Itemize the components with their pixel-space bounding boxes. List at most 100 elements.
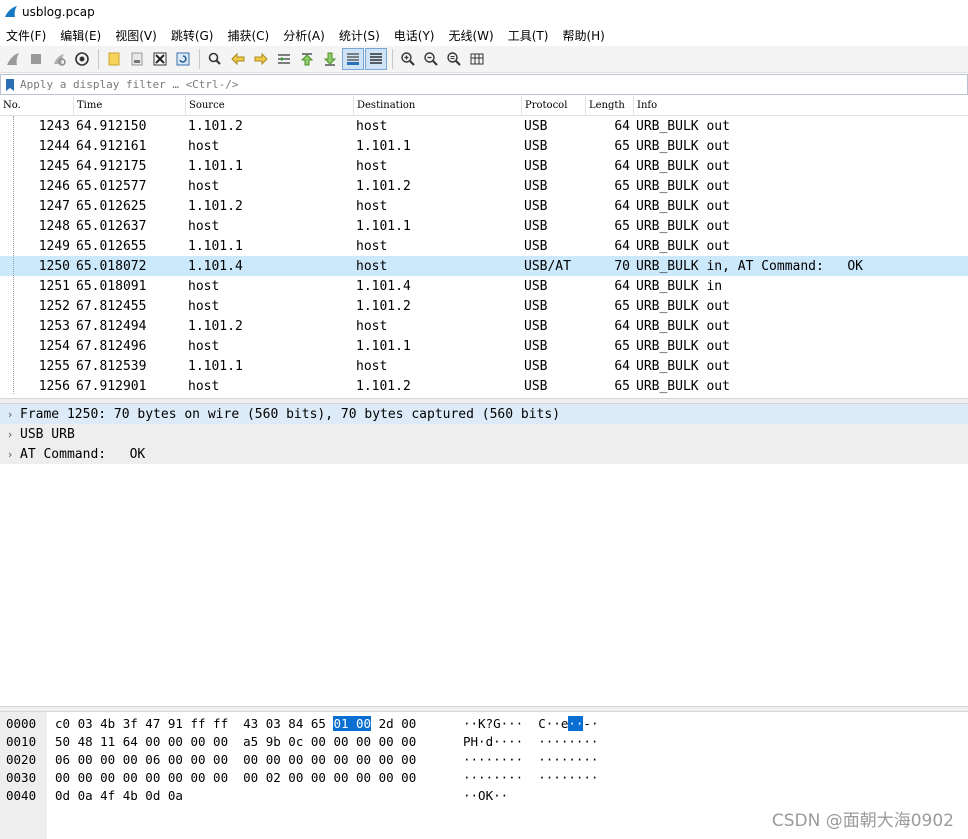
packet-cell-no: 1248 [38, 218, 70, 234]
packet-row[interactable]: 1246 65.012577 host 1.101.2 USB 65 URB_BULK ou… [0, 176, 968, 196]
restart-icon [54, 54, 66, 66]
packet-cell-info: URB_BULK out [636, 378, 730, 394]
byte-row[interactable]: 0030 00 00 00 00 00 00 00 00 00 02 00 00 … [0, 768, 598, 786]
menu-help[interactable]: 帮助(H) [562, 27, 612, 44]
menu-go[interactable]: 跳转(G) [171, 27, 222, 44]
packet-row[interactable]: 1248 65.012637 host 1.101.1 USB 65 URB_BULK ou… [0, 216, 968, 236]
close-file-button[interactable] [149, 48, 171, 70]
byte-hex-text: 50 48 11 64 00 00 00 00 a5 9b 0c 00 00 0… [55, 733, 417, 749]
packet-row[interactable]: 1247 65.012625 1.101.2 host USB 64 URB_BULK ou… [0, 196, 968, 216]
byte-row[interactable]: 0040 0d 0a 4f 4b 0d 0a ··OK·· [0, 786, 508, 804]
packet-cell-no: 1254 [38, 338, 70, 354]
menu-edit[interactable]: 编辑(E) [60, 27, 109, 44]
byte-row[interactable]: 0010 50 48 11 64 00 00 00 00 a5 9b 0c 00 … [0, 732, 598, 750]
chevron-right-icon[interactable]: › [0, 448, 20, 461]
detail-row-frame[interactable]: › Frame 1250: 70 bytes on wire (560 bits… [0, 404, 968, 424]
column-header-time[interactable]: Time [74, 95, 186, 116]
go-forward-button[interactable] [250, 48, 272, 70]
menu-view[interactable]: 视图(V) [115, 27, 165, 44]
byte-ascii[interactable]: ··K?G··· C··e··-· [455, 715, 598, 731]
packet-tree-line [13, 116, 14, 394]
menu-analyze[interactable]: 分析(A) [283, 27, 333, 44]
byte-hex[interactable]: 00 00 00 00 00 00 00 00 00 02 00 00 00 0… [47, 770, 455, 785]
menu-tools[interactable]: 工具(T) [508, 27, 557, 44]
packet-cell-no: 1243 [38, 118, 70, 134]
find-packet-button[interactable] [204, 48, 226, 70]
byte-ascii[interactable]: ········ ········ [455, 752, 598, 767]
reload-file-button[interactable] [172, 48, 194, 70]
byte-hex[interactable]: 06 00 00 00 06 00 00 00 00 00 00 00 00 0… [47, 752, 455, 767]
byte-row[interactable]: 0020 06 00 00 00 06 00 00 00 00 00 00 00 … [0, 750, 598, 768]
restart-capture-button[interactable] [48, 48, 70, 70]
byte-hex[interactable]: c0 03 4b 3f 47 91 ff ff 43 03 84 65 01 0… [47, 715, 455, 731]
menu-telephony[interactable]: 电话(Y) [394, 27, 443, 44]
byte-row[interactable]: 0000 c0 03 4b 3f 47 91 ff ff 43 03 84 65 … [0, 714, 598, 732]
chevron-right-icon[interactable]: › [0, 408, 20, 421]
packet-cell-len: 64 [614, 358, 630, 374]
menu-statistics[interactable]: 统计(S) [339, 27, 388, 44]
start-capture-button[interactable] [2, 48, 24, 70]
go-first-packet-button[interactable] [296, 48, 318, 70]
packet-rows: 1243 64.912150 1.101.2 host USB 64 URB_BULK ou… [0, 116, 968, 396]
byte-ascii-text: ········ ········ [463, 751, 599, 767]
zoom-in-button[interactable] [397, 48, 419, 70]
packet-cell-src: host [188, 298, 220, 314]
column-header-source[interactable]: Source [186, 95, 354, 116]
zoom-reset-button[interactable] [443, 48, 465, 70]
packet-cell-dst: 1.101.2 [356, 298, 411, 314]
autoscroll-icon [347, 53, 359, 65]
packet-row[interactable]: 1243 64.912150 1.101.2 host USB 64 URB_BULK ou… [0, 116, 968, 136]
packet-cell-no: 1253 [38, 318, 70, 334]
byte-ascii[interactable]: ········ ········ [455, 770, 598, 785]
byte-hex[interactable]: 50 48 11 64 00 00 00 00 a5 9b 0c 00 00 0… [47, 734, 455, 749]
packet-row[interactable]: 1253 67.812494 1.101.2 host USB 64 URB_BULK ou… [0, 316, 968, 336]
packet-cell-src: 1.101.1 [188, 238, 243, 254]
byte-ascii[interactable]: PH·d···· ········ [455, 734, 598, 749]
column-header-protocol[interactable]: Protocol [522, 95, 586, 116]
stop-capture-button[interactable] [25, 48, 47, 70]
column-header-destination[interactable]: Destination [354, 95, 522, 116]
menu-file[interactable]: 文件(F) [6, 27, 54, 44]
go-back-button[interactable] [227, 48, 249, 70]
bookmark-icon[interactable] [3, 75, 17, 94]
save-file-button[interactable] [126, 48, 148, 70]
byte-ascii[interactable]: ··OK·· [455, 788, 508, 803]
packet-row[interactable]: 1244 64.912161 host 1.101.1 USB 65 URB_BULK ou… [0, 136, 968, 156]
display-filter-input[interactable] [17, 76, 967, 93]
open-file-button[interactable] [103, 48, 125, 70]
packet-row[interactable]: 1255 67.812539 1.101.1 host USB 64 URB_BULK ou… [0, 356, 968, 376]
go-last-packet-button[interactable] [319, 48, 341, 70]
go-to-packet-button[interactable] [273, 48, 295, 70]
packet-cell-dst: 1.101.1 [356, 138, 411, 154]
colorize-button[interactable] [365, 48, 387, 70]
chevron-right-icon[interactable]: › [0, 428, 20, 441]
packet-row[interactable]: 1250 65.018072 1.101.4 host USB/AT 70 URB_BULK… [0, 256, 968, 276]
close-file-icon [153, 52, 167, 66]
detail-row-at-command[interactable]: › AT Command: OK [0, 444, 968, 464]
packet-cell-src: host [188, 338, 220, 354]
zoom-out-button[interactable] [420, 48, 442, 70]
resize-columns-button[interactable] [466, 48, 488, 70]
menu-wireless[interactable]: 无线(W) [449, 27, 502, 44]
byte-hex[interactable]: 0d 0a 4f 4b 0d 0a [47, 788, 455, 803]
packet-cell-src: 1.101.1 [188, 358, 243, 374]
column-header-info[interactable]: Info [634, 96, 968, 116]
packet-row[interactable]: 1245 64.912175 1.101.1 host USB 64 URB_BULK ou… [0, 156, 968, 176]
packet-cell-len: 65 [614, 138, 630, 154]
menu-capture[interactable]: 捕获(C) [227, 27, 277, 44]
packet-cell-len: 65 [614, 378, 630, 394]
packet-cell-info: URB_BULK in, AT Command: OK [636, 258, 863, 274]
packet-cell-src: host [188, 138, 220, 154]
packet-row[interactable]: 1251 65.018091 host 1.101.4 USB 64 URB_BULK in [0, 276, 968, 296]
packet-row[interactable]: 1252 67.812455 host 1.101.2 USB 65 URB_BULK ou… [0, 296, 968, 316]
capture-options-button[interactable] [71, 48, 93, 70]
autoscroll-button[interactable] [342, 48, 364, 70]
gear-icon [75, 52, 89, 66]
column-header-length[interactable]: Length [586, 95, 634, 116]
packet-row[interactable]: 1256 67.912901 host 1.101.2 USB 65 URB_BULK ou… [0, 376, 968, 396]
packet-row[interactable]: 1249 65.012655 1.101.1 host USB 64 URB_BULK ou… [0, 236, 968, 256]
packet-row[interactable]: 1254 67.812496 host 1.101.1 USB 65 URB_BULK ou… [0, 336, 968, 356]
detail-row-usb-urb[interactable]: › USB URB [0, 424, 968, 444]
column-header-no[interactable]: No. [0, 95, 74, 116]
packet-cell-src: host [188, 278, 220, 294]
